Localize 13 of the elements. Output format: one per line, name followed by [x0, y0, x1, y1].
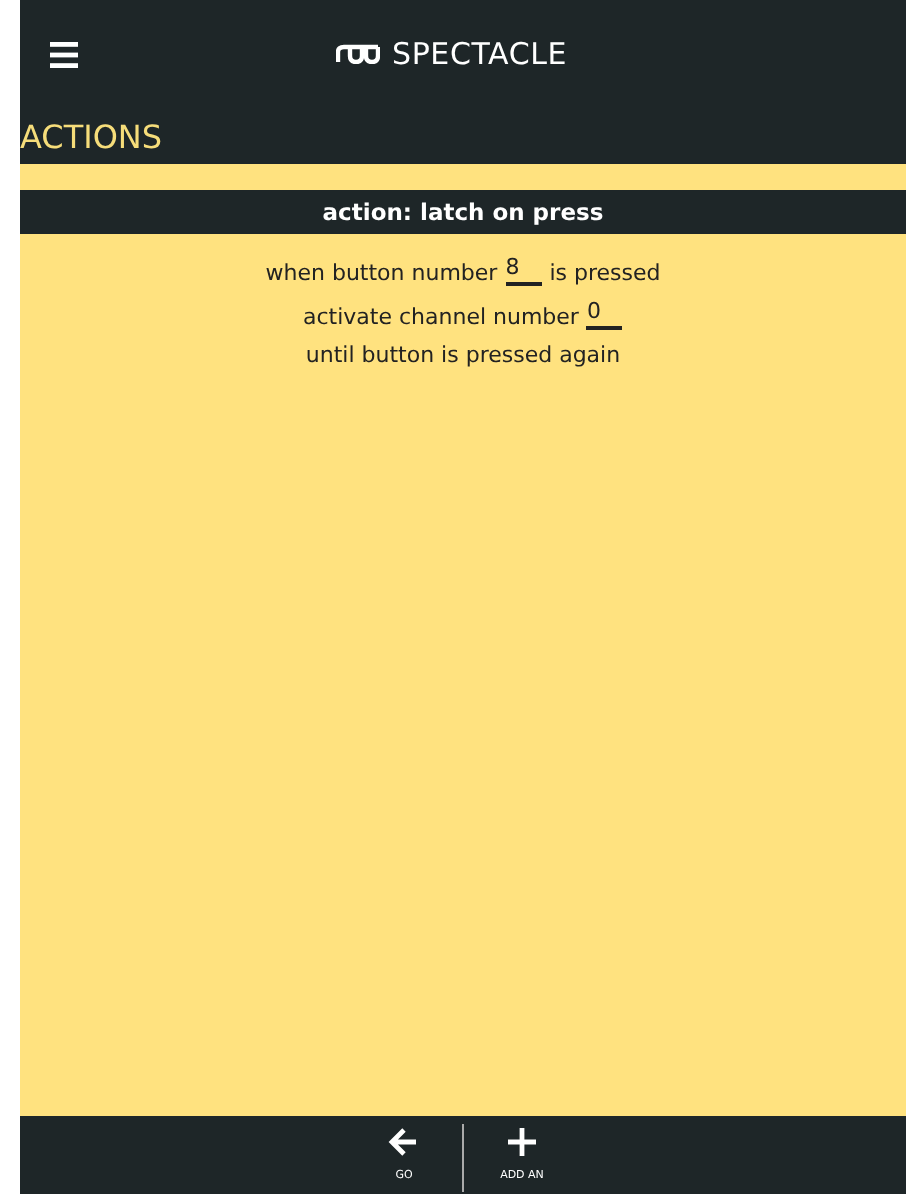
rule-text: activate channel number — [303, 304, 579, 330]
arrow-left-icon — [388, 1126, 420, 1158]
number-field[interactable]: 0 — [586, 298, 623, 330]
number-field[interactable]: 8 — [505, 254, 542, 286]
plus-icon — [506, 1126, 538, 1158]
rule-text: is pressed — [549, 260, 661, 286]
rule-text: when button number — [265, 260, 498, 286]
rule-text: until button is pressed again — [305, 342, 621, 368]
menu-icon — [50, 41, 78, 67]
action-title: action: latch on press — [322, 198, 604, 226]
app-title: SPECTACLE — [392, 36, 568, 72]
glasses-icon — [336, 44, 380, 64]
page-title: ACTIONS — [20, 117, 163, 155]
